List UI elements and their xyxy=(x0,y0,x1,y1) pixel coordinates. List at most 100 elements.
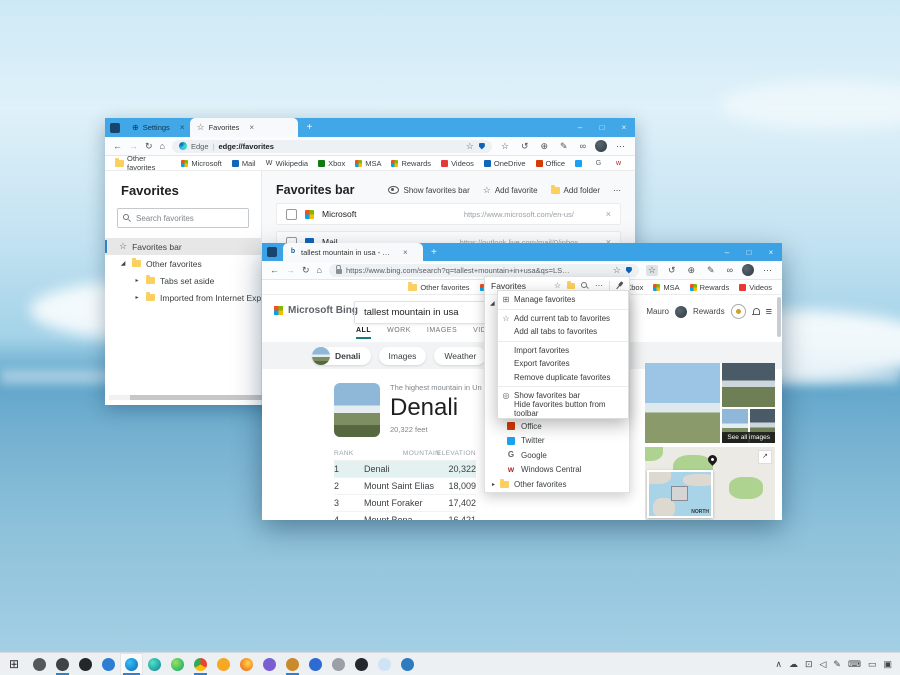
tab-bing-search[interactable]: b tallest mountain in usa - Bing × xyxy=(283,243,423,262)
taskbar-app-button[interactable] xyxy=(373,653,396,675)
add-folder-button[interactable]: Add folder xyxy=(551,186,600,195)
maximize-button[interactable]: □ xyxy=(738,248,760,257)
mountain-image[interactable] xyxy=(645,363,720,443)
favorites-bar-item[interactable]: Office xyxy=(536,159,565,168)
taskbar-app-button[interactable] xyxy=(97,653,120,675)
caret-expanded-icon[interactable]: ◢ xyxy=(490,300,495,307)
tree-item-favorites-bar[interactable]: ☆ Favorites bar xyxy=(105,238,261,255)
other-favorites-button[interactable]: Other favorites xyxy=(115,154,171,172)
refresh-button[interactable]: ↻ xyxy=(145,142,153,151)
related-chip[interactable]: Images xyxy=(379,347,427,365)
back-button[interactable]: ← xyxy=(113,142,122,151)
favorites-bar-item[interactable]: MSA xyxy=(653,283,679,292)
more-button[interactable]: ⋯ xyxy=(761,265,774,276)
forward-button[interactable]: → xyxy=(129,142,138,151)
add-favorite-button[interactable]: ☆ Add favorite xyxy=(483,186,538,195)
more-button[interactable]: ⋯ xyxy=(614,141,627,152)
bing-nav-tab[interactable]: WORK xyxy=(387,327,411,339)
favorites-bar-item[interactable]: Rewards xyxy=(391,159,431,168)
bing-nav-tab[interactable]: IMAGES xyxy=(427,327,457,339)
show-favorites-bar-button[interactable]: Show favorites bar xyxy=(388,186,469,195)
add-favorite-icon[interactable]: ☆ xyxy=(466,142,474,151)
taskbar-app-button[interactable] xyxy=(74,653,97,675)
user-avatar[interactable] xyxy=(675,306,687,318)
search-icon[interactable] xyxy=(581,282,589,290)
minimize-button[interactable]: – xyxy=(569,123,591,132)
tray-icon[interactable]: ☁ xyxy=(789,660,798,669)
more-actions-button[interactable]: ⋯ xyxy=(613,186,621,195)
tree-item-tabs-set-aside[interactable]: ▸ Tabs set aside xyxy=(105,272,261,289)
favorites-bar-item[interactable]: Mail xyxy=(232,159,256,168)
favorites-bar-item[interactable]: Microsoft xyxy=(181,159,221,168)
start-button[interactable]: ⊞ xyxy=(0,658,28,670)
menu-item[interactable]: Manage favorites xyxy=(498,293,628,307)
tree-item-other-favorites[interactable]: ◢ Other favorites xyxy=(105,255,261,272)
see-all-images-button[interactable]: See all images xyxy=(722,432,775,443)
toolbar-button[interactable]: ✎ xyxy=(705,265,717,276)
rewards-icon[interactable] xyxy=(731,304,746,319)
tab-close-icon[interactable]: × xyxy=(180,123,185,132)
toolbar-button[interactable]: ☆ xyxy=(499,141,511,152)
taskbar-app-button[interactable] xyxy=(212,653,235,675)
favorites-bar-item[interactable]: Rewards xyxy=(690,283,730,292)
favorites-bar-item[interactable]: G xyxy=(595,160,605,167)
tray-icon[interactable]: ▣ xyxy=(883,660,892,669)
taskbar-app-button[interactable] xyxy=(51,653,74,675)
menu-item[interactable]: Add all tabs to favorites xyxy=(498,325,628,339)
favorites-bar-item[interactable]: Xbox xyxy=(318,159,345,168)
tree-item-other-favorites[interactable]: ▸ Other favorites xyxy=(485,477,629,491)
tray-icon[interactable]: ∧ xyxy=(775,660,782,669)
toolbar-button[interactable]: ∞ xyxy=(578,141,588,152)
menu-item[interactable]: Import favorites xyxy=(498,344,628,358)
favorite-item[interactable]: G Google xyxy=(485,448,629,463)
bing-nav-tab[interactable]: ALL xyxy=(356,327,371,339)
favorites-bar-item[interactable]: Videos xyxy=(739,283,772,292)
user-name[interactable]: Mauro xyxy=(646,307,669,316)
tab-favorites[interactable]: ☆ Favorites × xyxy=(190,118,298,137)
tray-icon[interactable]: ⌨ xyxy=(848,660,861,669)
toolbar-button[interactable]: ⊕ xyxy=(538,141,550,152)
home-button[interactable]: ⌂ xyxy=(160,142,165,151)
taskbar-app-button[interactable] xyxy=(235,653,258,675)
favorites-bar-item[interactable] xyxy=(575,160,585,167)
toolbar-button[interactable]: ↺ xyxy=(519,141,531,152)
tracking-shield-icon[interactable] xyxy=(479,143,485,150)
menu-item[interactable]: Export favorites xyxy=(498,357,628,371)
favorite-row[interactable]: Microsoft https://www.microsoft.com/en-u… xyxy=(276,203,621,225)
address-bar[interactable]: Edge | edge://favorites ☆ xyxy=(172,140,492,153)
home-button[interactable]: ⌂ xyxy=(317,266,322,275)
taskbar-app-button[interactable] xyxy=(189,653,212,675)
tray-icon[interactable]: ⊡ xyxy=(805,660,813,669)
denali-photo[interactable] xyxy=(334,383,380,437)
tab-settings[interactable]: ⊕ Settings × xyxy=(126,118,190,137)
mountain-image[interactable] xyxy=(722,363,775,407)
tab-close-icon[interactable]: × xyxy=(249,123,254,132)
rewards-label[interactable]: Rewards xyxy=(693,307,725,316)
tray-icon[interactable]: ✎ xyxy=(833,660,841,669)
toolbar-button[interactable]: ↺ xyxy=(666,265,678,276)
toolbar-button[interactable]: ⊕ xyxy=(685,265,697,276)
tracking-shield-icon[interactable] xyxy=(626,267,632,274)
minimize-button[interactable]: – xyxy=(716,248,738,257)
address-bar[interactable]: https://www.bing.com/search?q=tallest+mo… xyxy=(329,264,639,277)
hamburger-menu-icon[interactable]: ≡ xyxy=(766,306,772,318)
close-button[interactable]: × xyxy=(613,123,635,132)
images-collage[interactable]: See all images xyxy=(645,363,775,443)
tree-item-imported-ie[interactable]: ▸ Imported from Internet Explo xyxy=(105,289,261,306)
taskbar-app-button[interactable] xyxy=(396,653,419,675)
refresh-button[interactable]: ↻ xyxy=(302,266,310,275)
favorites-bar-item[interactable]: Videos xyxy=(441,159,474,168)
row-checkbox[interactable] xyxy=(286,209,297,220)
favorite-item[interactable]: Office xyxy=(485,419,629,434)
chip-denali[interactable]: Denali xyxy=(312,347,371,365)
back-button[interactable]: ← xyxy=(270,266,279,275)
notifications-bell-icon[interactable] xyxy=(752,308,760,316)
profile-avatar[interactable] xyxy=(595,140,607,152)
close-button[interactable]: × xyxy=(760,248,782,257)
taskbar-app-button[interactable] xyxy=(350,653,373,675)
add-favorite-icon[interactable]: ☆ xyxy=(554,282,561,290)
add-folder-icon[interactable] xyxy=(567,283,575,289)
taskbar-app-button[interactable] xyxy=(258,653,281,675)
maximize-button[interactable]: □ xyxy=(591,123,613,132)
taskbar-app-button[interactable] xyxy=(143,653,166,675)
